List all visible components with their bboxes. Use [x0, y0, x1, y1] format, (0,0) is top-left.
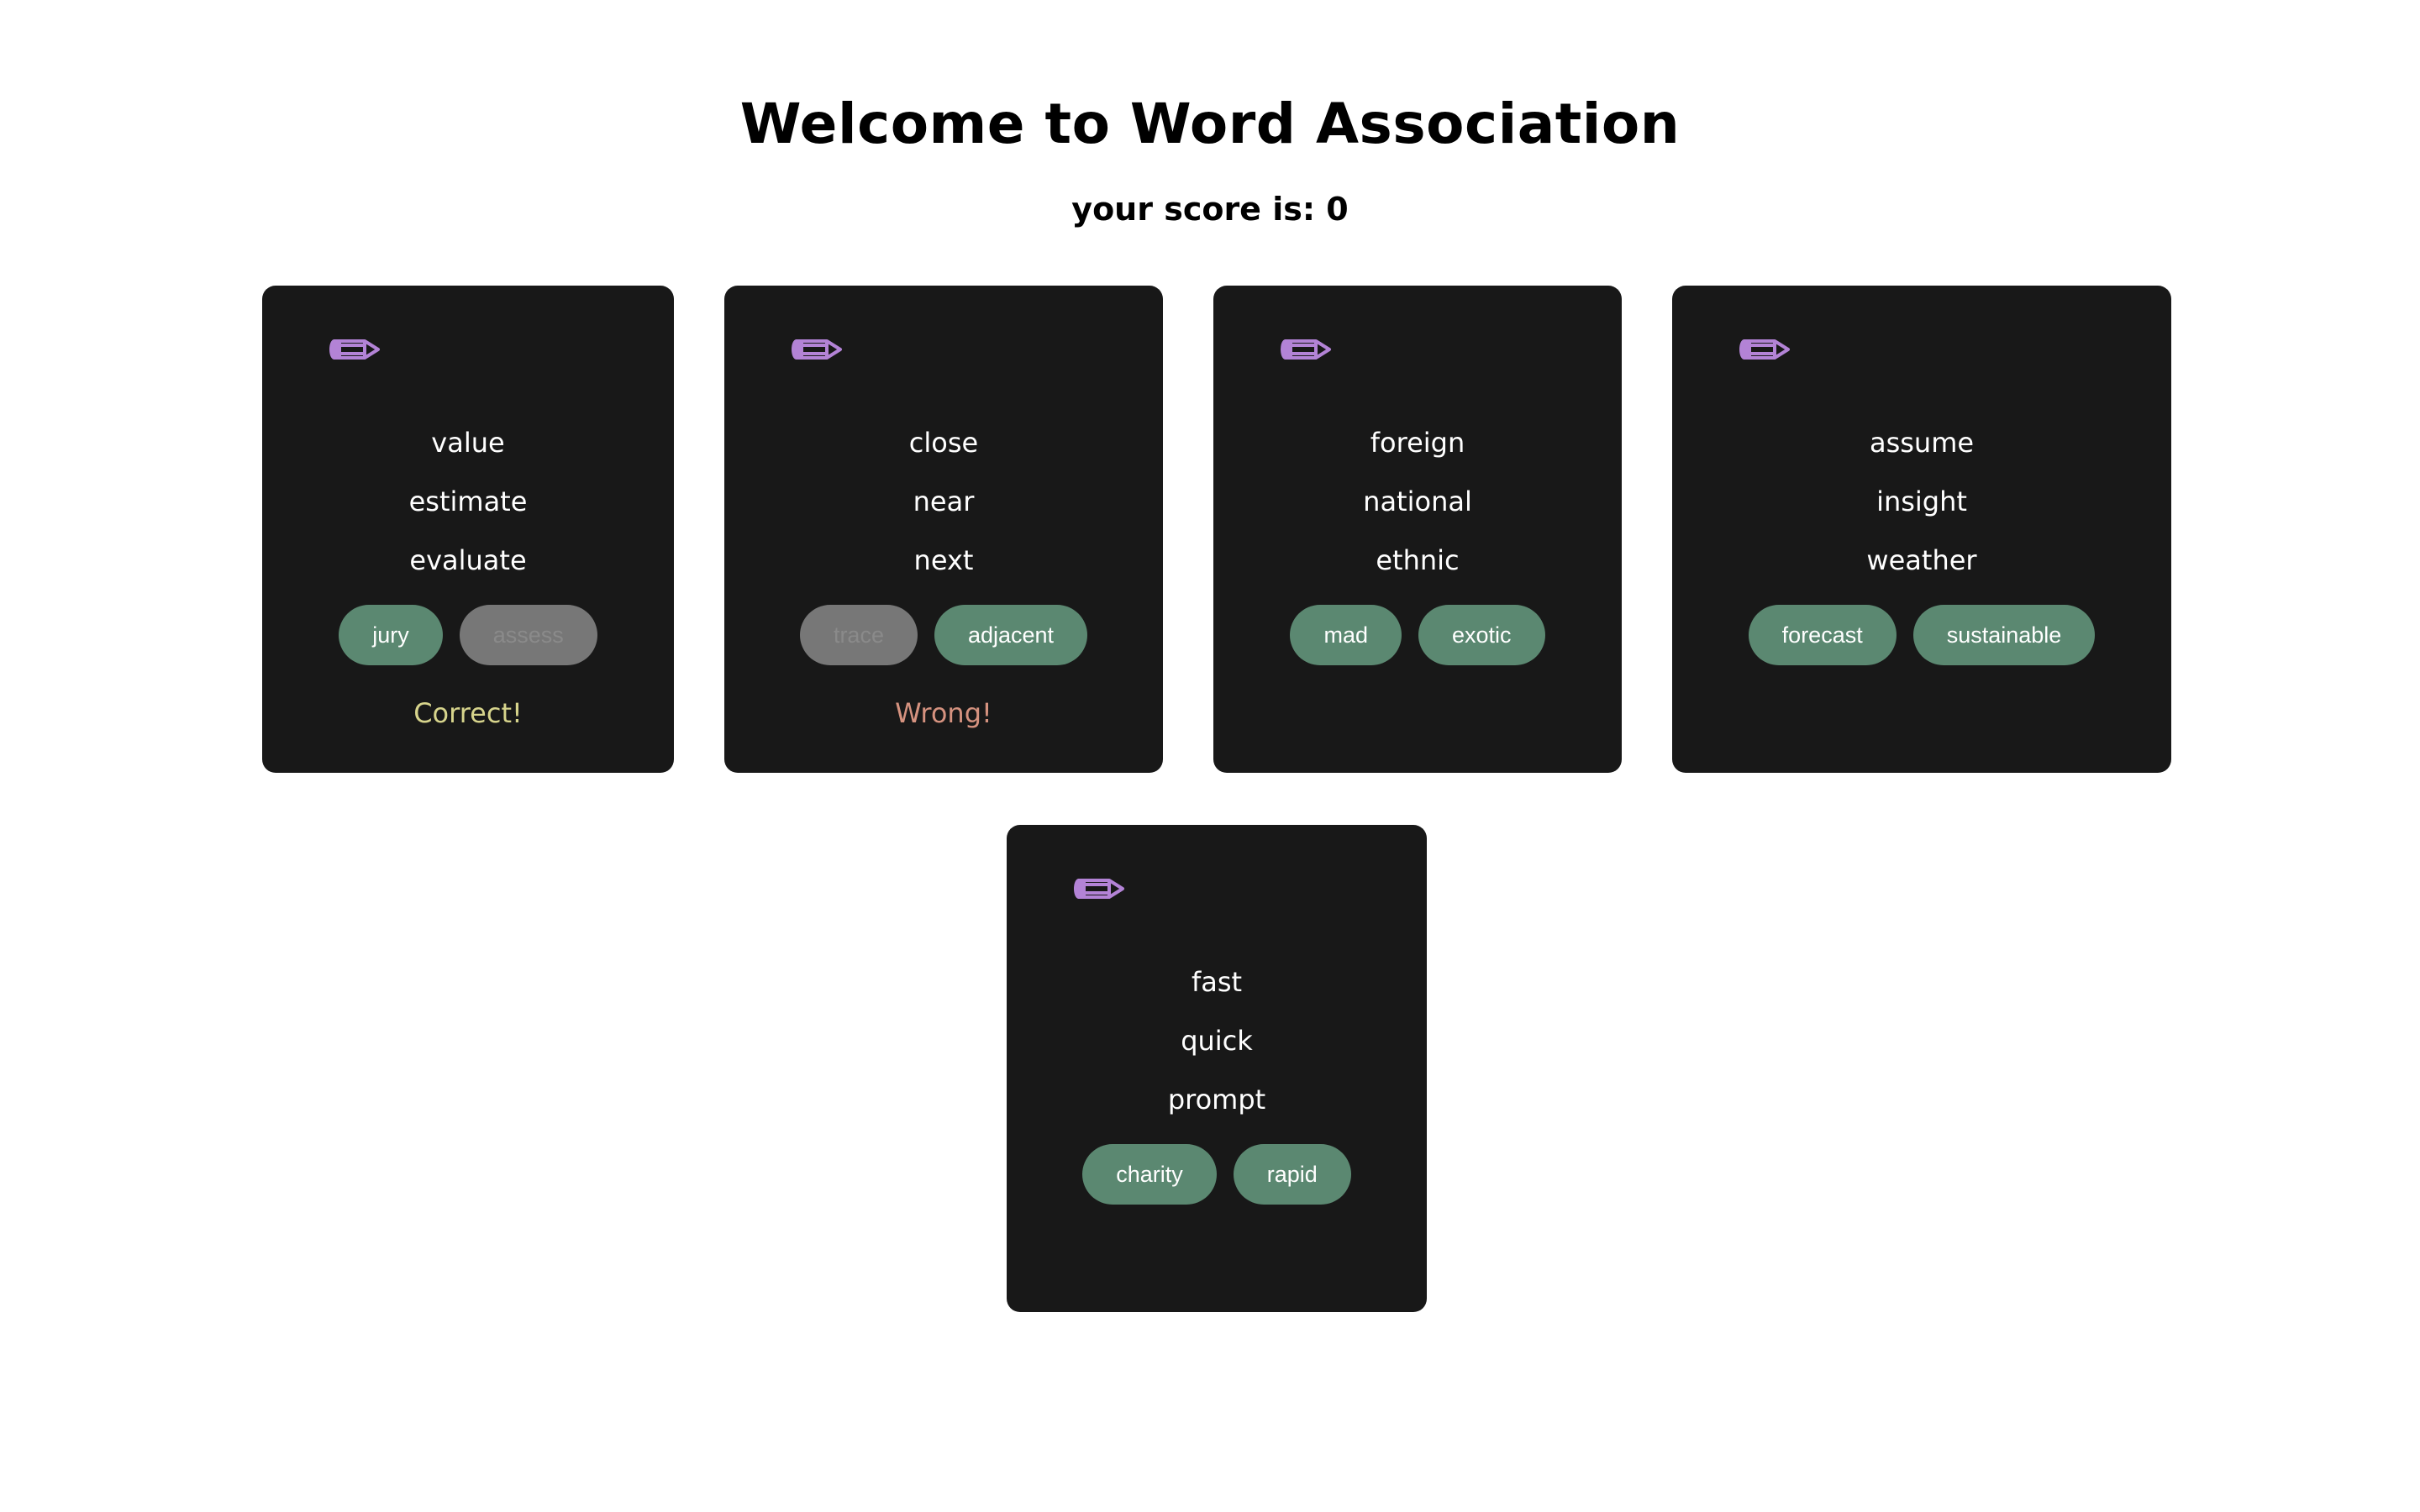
pencil-icon [1739, 339, 1790, 360]
pencil-icon [1281, 339, 1331, 360]
clue-word: insight [1876, 486, 1967, 517]
clue-word: evaluate [409, 544, 527, 576]
choice-button-disabled: trace [799, 605, 918, 665]
clue-word: quick [1181, 1025, 1253, 1057]
word-card-5: fast quick prompt charity rapid [1007, 825, 1427, 1312]
clue-word: near [913, 486, 975, 517]
choice-button[interactable]: sustainable [1912, 605, 2096, 665]
choice-button-disabled: assess [459, 605, 597, 665]
choice-group: mad exotic [1213, 605, 1622, 665]
clue-word: national [1363, 486, 1472, 517]
clue-word: value [431, 427, 505, 459]
clue-word: weather [1866, 544, 1977, 576]
choice-button[interactable]: jury [339, 605, 443, 665]
choice-button[interactable]: exotic [1418, 605, 1545, 665]
result-message: Wrong! [895, 697, 992, 729]
clue-word: next [913, 544, 974, 576]
score-display: your score is: 0 [1071, 191, 1349, 228]
word-card-1: value estimate evaluate jury assess Corr… [262, 286, 674, 773]
clue-word: ethnic [1376, 544, 1460, 576]
choice-group: forecast sustainable [1672, 605, 2171, 665]
clue-word: estimate [408, 486, 528, 517]
pencil-icon [792, 339, 842, 360]
word-card-3: foreign national ethnic mad exotic [1213, 286, 1622, 773]
choice-button[interactable]: mad [1290, 605, 1402, 665]
clue-word: close [908, 427, 979, 459]
word-list: foreign national ethnic [1213, 413, 1622, 590]
word-list: close near next [724, 413, 1163, 590]
word-list: assume insight weather [1672, 413, 2171, 590]
choice-button[interactable]: adjacent [934, 605, 1088, 665]
choice-button[interactable]: forecast [1748, 605, 1897, 665]
word-list: value estimate evaluate [262, 413, 674, 590]
pencil-icon [329, 339, 380, 360]
clue-word: prompt [1167, 1084, 1266, 1116]
word-list: fast quick prompt [1007, 953, 1427, 1129]
choice-button[interactable]: rapid [1233, 1144, 1351, 1205]
clue-word: foreign [1370, 427, 1465, 459]
clue-word: assume [1869, 427, 1975, 459]
choice-group: jury assess [262, 605, 674, 665]
clue-word: fast [1191, 966, 1243, 998]
page-title: Welcome to Word Association [739, 92, 1681, 156]
choice-button[interactable]: charity [1082, 1144, 1217, 1205]
choice-group: charity rapid [1007, 1144, 1427, 1205]
choice-group: trace adjacent [724, 605, 1163, 665]
word-card-4: assume insight weather forecast sustaina… [1672, 286, 2171, 773]
result-message: Correct! [413, 697, 523, 729]
word-card-2: close near next trace adjacent Wrong! [724, 286, 1163, 773]
pencil-icon [1074, 879, 1124, 899]
